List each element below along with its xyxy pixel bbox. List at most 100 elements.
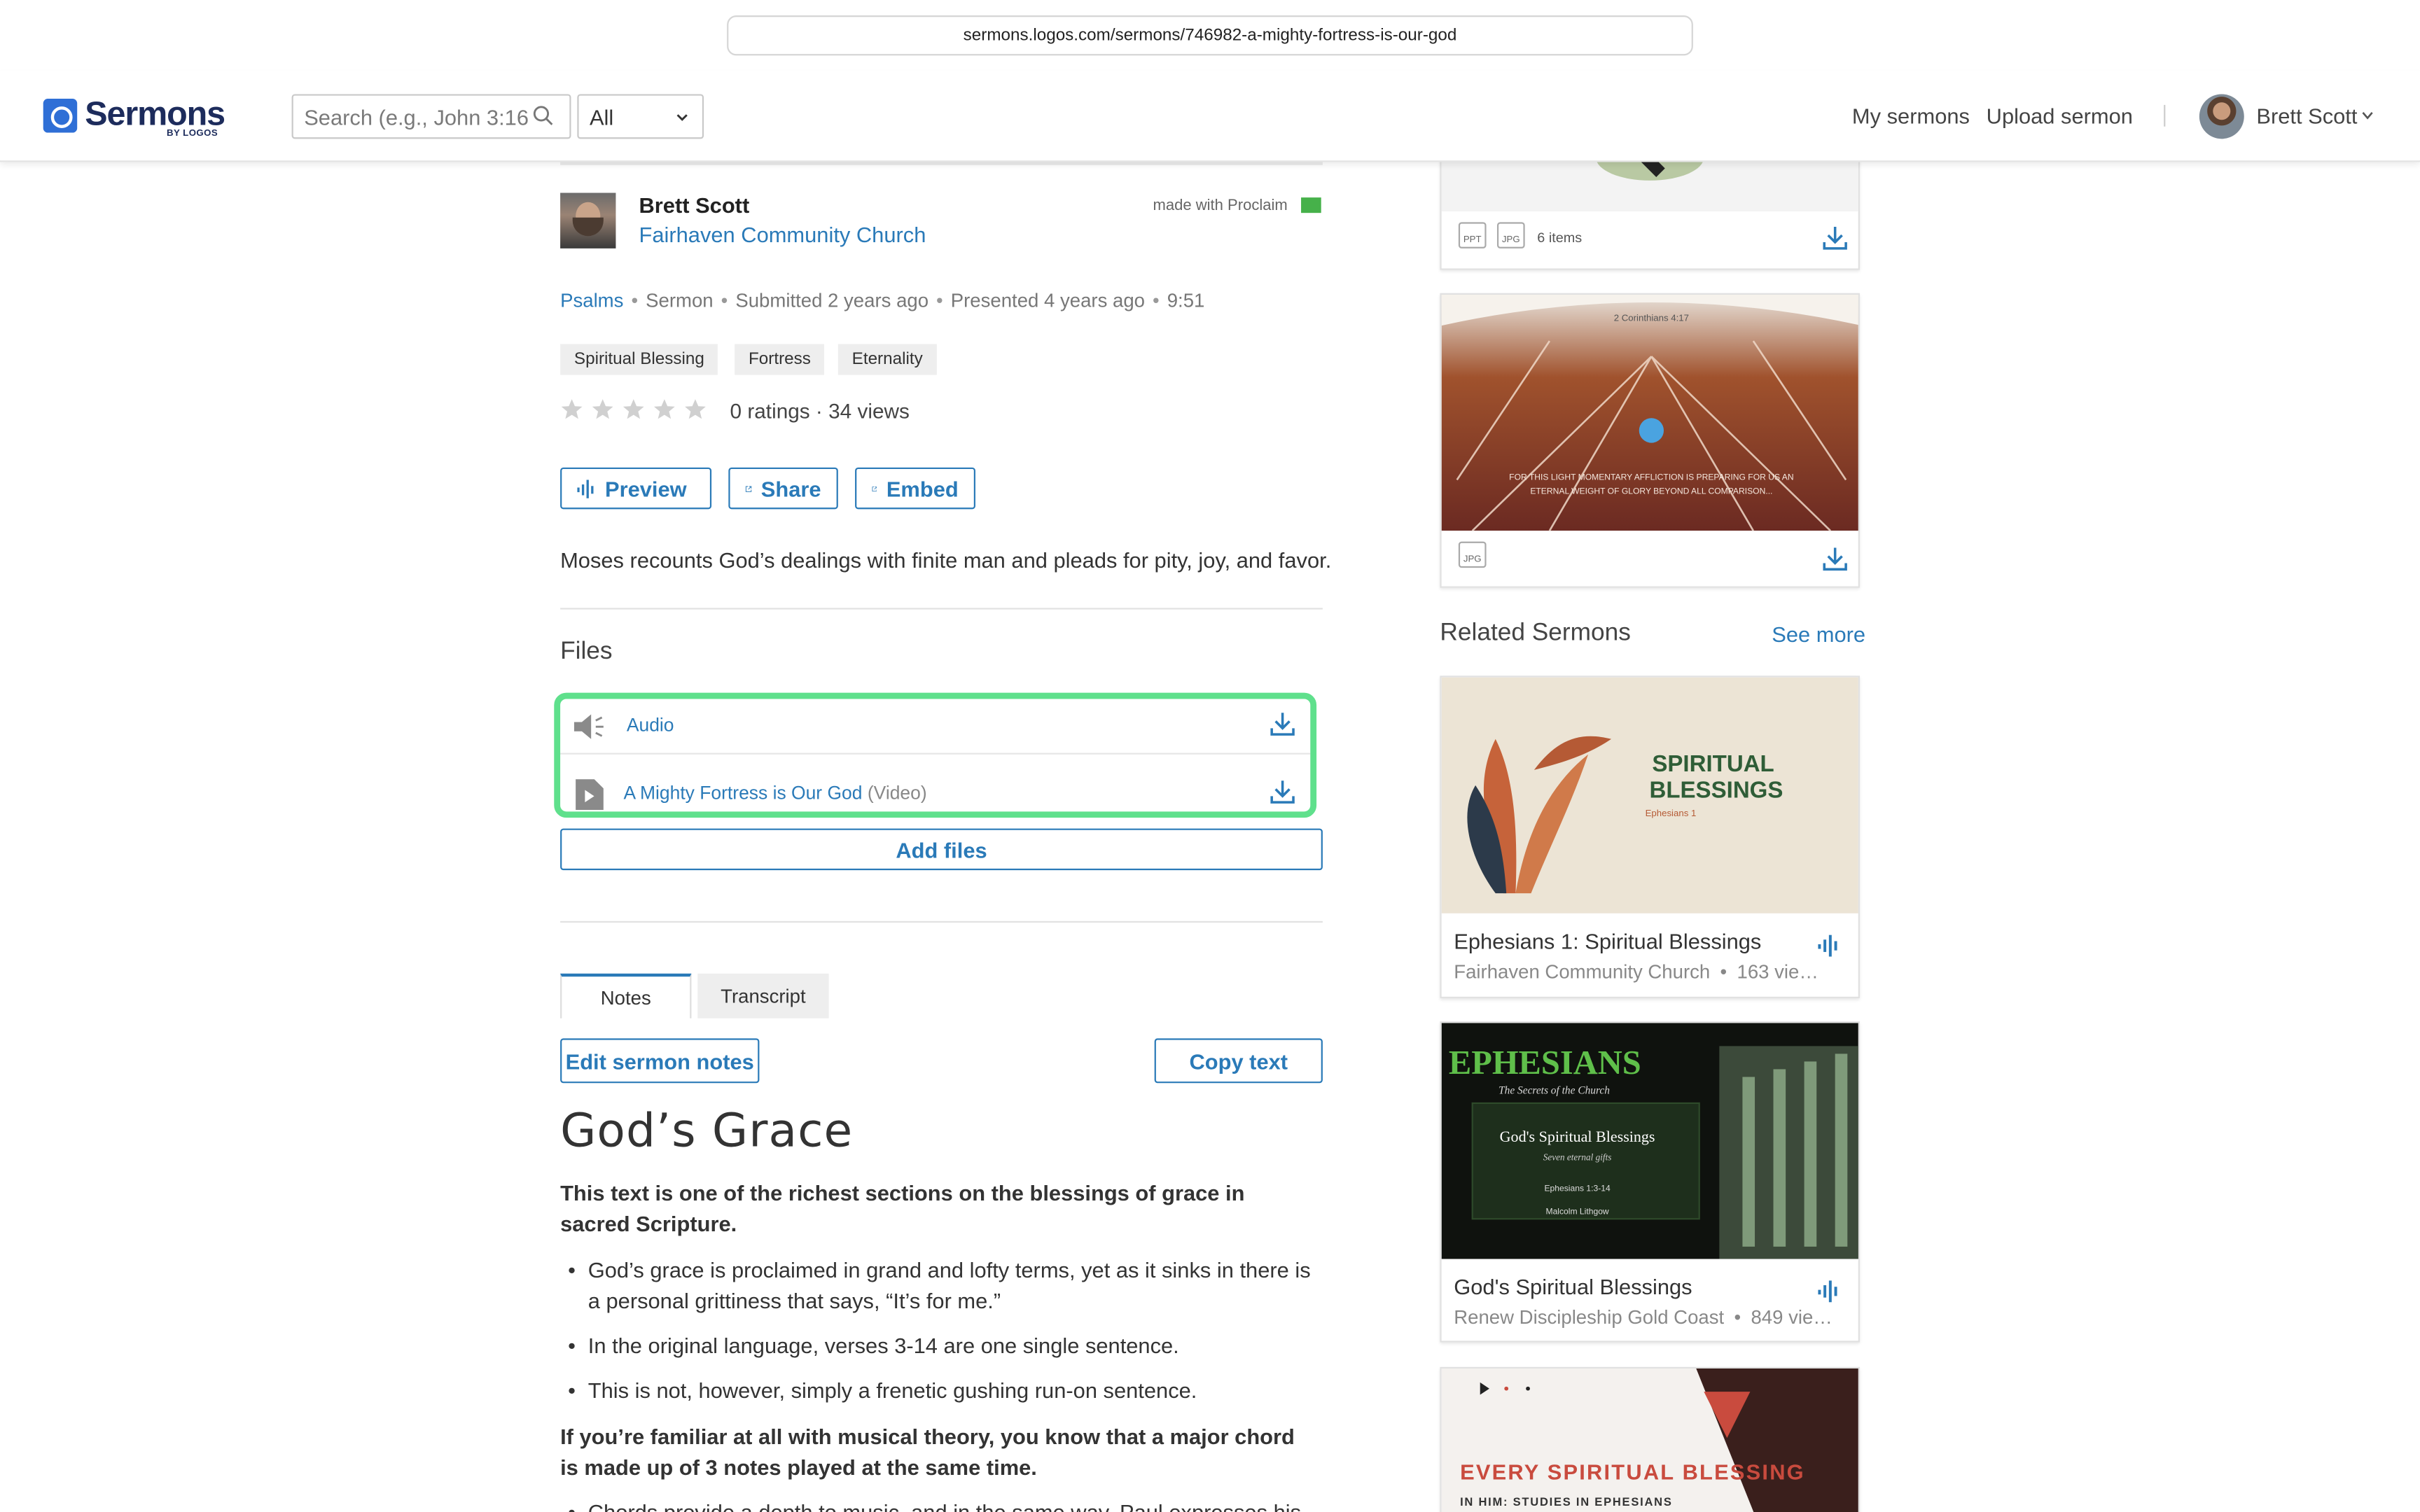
items-count: 6 items bbox=[1537, 230, 1583, 246]
page: sermons.logos.com/sermons/746982-a-might… bbox=[0, 0, 2420, 1512]
chevron-down-icon bbox=[676, 114, 688, 121]
related-sermon-card[interactable]: SPIRITUAL BLESSINGS Ephesians 1 Ephesian… bbox=[1440, 676, 1860, 999]
preview-button[interactable]: Preview bbox=[560, 467, 712, 510]
logo-subtext: BY LOGOS bbox=[167, 130, 218, 139]
address-bar[interactable]: sermons.logos.com/sermons/746982-a-might… bbox=[727, 15, 1693, 56]
sermon-thumbnail[interactable]: EPHESIANS The Secrets of the Church God'… bbox=[1441, 1023, 1860, 1259]
user-avatar[interactable] bbox=[2199, 94, 2244, 139]
star-icon[interactable] bbox=[683, 398, 707, 421]
embed-label: Embed bbox=[886, 475, 959, 501]
svg-text:The Secrets of the Church: The Secrets of the Church bbox=[1498, 1085, 1610, 1097]
notes-bullet: In the original language, verses 3-14 ar… bbox=[568, 1330, 1314, 1361]
sermons-logo[interactable]: Sermons BY LOGOS bbox=[43, 94, 228, 142]
related-sermon-church: Renew Discipleship Gold Coast bbox=[1454, 1306, 1725, 1329]
upload-sermon-link[interactable]: Upload sermon bbox=[1987, 104, 2133, 128]
audio-preview-icon[interactable] bbox=[1816, 933, 1841, 958]
external-link-icon bbox=[745, 485, 752, 491]
divider bbox=[560, 608, 1323, 610]
sermon-thumbnail[interactable]: SPIRITUAL BLESSINGS Ephesians 1 bbox=[1441, 677, 1860, 913]
sermon-type: Sermon bbox=[646, 290, 714, 312]
related-sermon-title[interactable]: God's Spiritual Blessings bbox=[1454, 1275, 1692, 1299]
star-icon[interactable] bbox=[591, 398, 614, 421]
related-sermon-card[interactable]: EPHESIANS The Secrets of the Church God'… bbox=[1440, 1021, 1860, 1343]
media-thumbnail[interactable]: 2 Corinthians 4:17 FOR THIS LIGHT MOMENT… bbox=[1441, 294, 1860, 531]
add-files-button[interactable]: Add files bbox=[560, 828, 1323, 871]
related-sermon-title[interactable]: Ephesians 1: Spiritual Blessings bbox=[1454, 929, 1761, 953]
sermon-duration: 9:51 bbox=[1167, 290, 1205, 312]
notes-paragraph: This text is one of the richest sections… bbox=[560, 1180, 1245, 1236]
logo-icon bbox=[43, 99, 78, 133]
tag[interactable]: Eternality bbox=[837, 344, 937, 375]
notes-bullet: Chords provide a depth to music, and in … bbox=[568, 1497, 1314, 1512]
book-link[interactable]: Psalms bbox=[560, 290, 623, 312]
ratings-views: 0 ratings · 34 views bbox=[730, 399, 910, 423]
media-card[interactable] bbox=[1440, 148, 1860, 270]
svg-text:EVERY SPIRITUAL BLESSING: EVERY SPIRITUAL BLESSING bbox=[1460, 1460, 1805, 1485]
search-filter-value: All bbox=[589, 104, 614, 130]
external-link-icon bbox=[872, 486, 877, 491]
related-sermon-card[interactable]: EVERY SPIRITUAL BLESSING IN HIM: STUDIES… bbox=[1440, 1366, 1860, 1512]
tab-notes[interactable]: Notes bbox=[560, 973, 692, 1018]
site-header: Sermons BY LOGOS All My sermons Upload s… bbox=[0, 71, 2420, 162]
related-sermon-views: 849 vie… bbox=[1751, 1306, 1833, 1329]
tag[interactable]: Spiritual Blessing bbox=[560, 344, 718, 375]
share-label: Share bbox=[760, 475, 821, 501]
my-sermons-link[interactable]: My sermons bbox=[1852, 104, 1970, 128]
author-avatar[interactable] bbox=[560, 192, 616, 248]
related-sermons-heading: Related Sermons bbox=[1440, 620, 1631, 647]
svg-text:EPHESIANS: EPHESIANS bbox=[1449, 1044, 1641, 1082]
search-input[interactable] bbox=[304, 104, 528, 130]
audio-preview-icon[interactable] bbox=[1816, 1279, 1841, 1303]
presented-date: Presented 4 years ago bbox=[950, 290, 1145, 312]
share-button[interactable]: Share bbox=[728, 467, 838, 510]
church-link[interactable]: Fairhaven Community Church bbox=[639, 222, 926, 246]
media-card[interactable]: 2 Corinthians 4:17 FOR THIS LIGHT MOMENT… bbox=[1440, 293, 1860, 588]
star-icon[interactable] bbox=[622, 398, 645, 421]
sermon-meta: Psalms • Sermon • Submitted 2 years ago • Pres… bbox=[560, 290, 1205, 312]
embed-button[interactable]: Embed bbox=[855, 467, 975, 510]
edit-sermon-notes-button[interactable]: Edit sermon notes bbox=[560, 1038, 760, 1084]
notes-bullet: This is not, however, simply a frenetic … bbox=[568, 1375, 1314, 1406]
search-filter-select[interactable]: All bbox=[577, 94, 704, 139]
svg-text:Seven eternal gifts: Seven eternal gifts bbox=[1543, 1152, 1612, 1162]
jpg-file-icon: JPG bbox=[1458, 541, 1487, 568]
made-with-proclaim[interactable]: made with Proclaim bbox=[1153, 197, 1287, 214]
svg-text:Ephesians 1:3-14: Ephesians 1:3-14 bbox=[1544, 1184, 1611, 1194]
sermon-thumbnail[interactable]: EVERY SPIRITUAL BLESSING IN HIM: STUDIES… bbox=[1441, 1368, 1860, 1512]
audio-wave-icon bbox=[577, 479, 594, 498]
star-icon[interactable] bbox=[560, 398, 583, 421]
jpg-file-icon: JPG bbox=[1496, 222, 1525, 248]
files-heading: Files bbox=[560, 638, 613, 665]
search-box[interactable] bbox=[291, 94, 571, 139]
svg-text:BLESSINGS: BLESSINGS bbox=[1649, 778, 1783, 804]
related-sermon-church: Fairhaven Community Church bbox=[1454, 961, 1711, 983]
preview-label: Preview bbox=[605, 475, 687, 501]
related-sermon-meta: Fairhaven Community Church • 163 vie… bbox=[1454, 961, 1819, 983]
tag[interactable]: Fortress bbox=[735, 344, 825, 375]
star-icon[interactable] bbox=[653, 398, 676, 421]
logo-text: Sermons bbox=[85, 94, 225, 133]
download-icon[interactable] bbox=[1823, 546, 1847, 571]
notes-bullet: God’s grace is proclaimed in grand and l… bbox=[568, 1254, 1314, 1316]
svg-text:Ephesians 1: Ephesians 1 bbox=[1646, 808, 1697, 818]
see-more-link[interactable]: See more bbox=[1772, 622, 1865, 646]
files-highlight bbox=[554, 692, 1317, 818]
copy-text-button[interactable]: Copy text bbox=[1154, 1038, 1323, 1084]
chevron-down-icon[interactable] bbox=[2361, 111, 2374, 120]
user-menu[interactable]: Brett Scott bbox=[2256, 104, 2357, 128]
author-name[interactable]: Brett Scott bbox=[639, 193, 749, 218]
tab-transcript[interactable]: Transcript bbox=[697, 973, 829, 1018]
submitted-date: Submitted 2 years ago bbox=[735, 290, 929, 312]
ppt-file-icon: PPT bbox=[1458, 222, 1487, 248]
notes-heading: God’s Grace bbox=[560, 1105, 854, 1159]
related-sermon-views: 163 vie… bbox=[1737, 961, 1819, 983]
svg-text:ETERNAL WEIGHT OF GLORY BEYOND: ETERNAL WEIGHT OF GLORY BEYOND ALL COMPA… bbox=[1530, 486, 1772, 496]
notes-paragraph: If you’re familiar at all with musical t… bbox=[560, 1424, 1295, 1480]
download-icon[interactable] bbox=[1823, 225, 1847, 250]
search-icon[interactable] bbox=[532, 105, 554, 127]
rating-stars[interactable] bbox=[560, 398, 707, 421]
related-sermon-meta: Renew Discipleship Gold Coast • 849 vie… bbox=[1454, 1306, 1833, 1329]
thumbnail-ref: 2 Corinthians 4:17 bbox=[1614, 312, 1689, 323]
svg-text:IN HIM: STUDIES IN EPHESIANS: IN HIM: STUDIES IN EPHESIANS bbox=[1460, 1495, 1673, 1508]
sermon-description: Moses recounts God’s dealings with finit… bbox=[560, 547, 1332, 573]
